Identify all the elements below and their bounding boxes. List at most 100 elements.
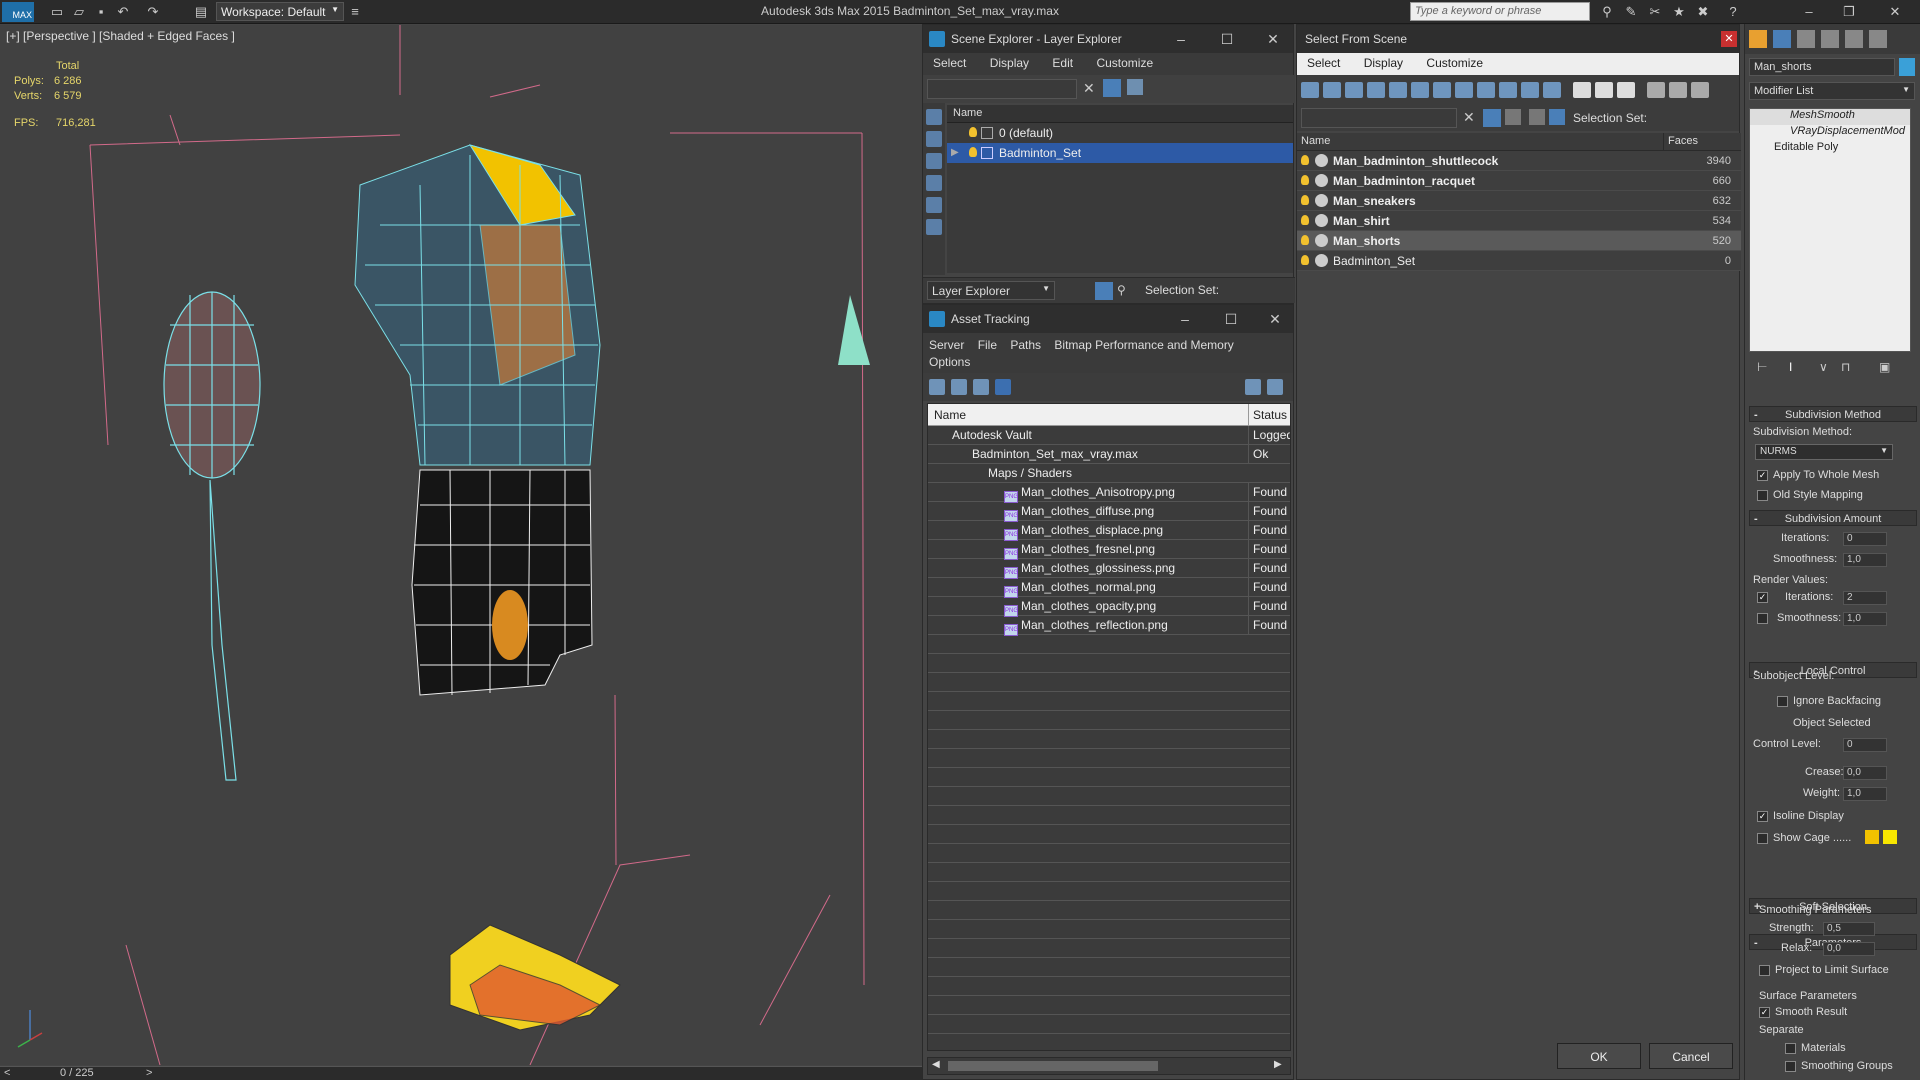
- display-geometry-icon[interactable]: [926, 131, 942, 147]
- materials-checkbox[interactable]: [1785, 1043, 1796, 1054]
- iterations-spinner[interactable]: 0: [1843, 532, 1887, 546]
- object-row[interactable]: Man_shorts 520: [1297, 231, 1741, 251]
- col-name[interactable]: Name: [934, 408, 966, 422]
- display-lights-icon[interactable]: [1345, 82, 1363, 98]
- make-unique-icon[interactable]: ∨: [1819, 360, 1828, 374]
- time-slider[interactable]: < 0 / 225 >: [0, 1066, 922, 1080]
- display-tab-icon[interactable]: [1845, 30, 1863, 48]
- layer-tools-icon[interactable]: [1127, 79, 1143, 95]
- modify-tab-icon[interactable]: [1773, 30, 1791, 48]
- utilities-tab-icon[interactable]: [1869, 30, 1887, 48]
- close-icon[interactable]: ✕: [1721, 31, 1737, 47]
- list-icon[interactable]: [951, 379, 967, 395]
- layers-icon[interactable]: [1529, 109, 1545, 125]
- stack-item[interactable]: VRayDisplacementMod: [1750, 125, 1910, 141]
- workspace-menu-icon[interactable]: ≡: [346, 3, 364, 21]
- display-containers-icon[interactable]: [1499, 82, 1517, 98]
- apply-whole-mesh-checkbox[interactable]: ✓: [1757, 470, 1768, 481]
- undo-icon[interactable]: ↶: [114, 3, 132, 21]
- light-bulb-icon[interactable]: [1301, 155, 1309, 165]
- select-none-icon[interactable]: [1595, 82, 1613, 98]
- asset-row[interactable]: PNG Man_clothes_fresnel.png Found: [928, 540, 1290, 560]
- menu-display[interactable]: Display: [980, 53, 1039, 73]
- help-icon[interactable]: ?: [1724, 3, 1742, 21]
- ok-button[interactable]: OK: [1557, 1043, 1641, 1069]
- smooth-result-checkbox[interactable]: ✓: [1759, 1007, 1770, 1018]
- configure-modifier-icon[interactable]: ▣: [1879, 360, 1890, 374]
- col-faces[interactable]: Faces: [1663, 133, 1741, 151]
- close-icon[interactable]: ✕: [1253, 305, 1297, 333]
- display-spacewarps-icon[interactable]: [1411, 82, 1429, 98]
- asset-tracking-titlebar[interactable]: Asset Tracking – ☐ ✕: [923, 305, 1293, 333]
- asset-row[interactable]: PNG Man_clothes_opacity.png Found: [928, 597, 1290, 617]
- time-prev-button[interactable]: <: [4, 1067, 10, 1079]
- display-xrefs-icon[interactable]: [1455, 82, 1473, 98]
- object-row[interactable]: Man_shirt 534: [1297, 211, 1741, 231]
- display-cameras-icon[interactable]: [926, 175, 942, 191]
- control-level-spinner[interactable]: 0: [1843, 738, 1887, 752]
- object-color-swatch[interactable]: [1899, 58, 1915, 76]
- filter-icon[interactable]: [1647, 82, 1665, 98]
- object-row[interactable]: Man_badminton_racquet 660: [1297, 171, 1741, 191]
- light-bulb-icon[interactable]: [1301, 215, 1309, 225]
- layer-row[interactable]: ▶ Badminton_Set: [947, 143, 1293, 163]
- explorer-type-dropdown[interactable]: Layer Explorer ▼: [927, 281, 1055, 300]
- clear-search-icon[interactable]: ✕: [1083, 80, 1095, 97]
- maximize-icon[interactable]: ☐: [1205, 25, 1249, 53]
- help-icon[interactable]: [1245, 379, 1261, 395]
- modifier-list-dropdown[interactable]: Modifier List ▼: [1749, 82, 1915, 100]
- show-cage-checkbox[interactable]: [1757, 833, 1768, 844]
- project-folder-icon[interactable]: ▤: [192, 3, 210, 21]
- display-objects-icon[interactable]: [926, 109, 942, 125]
- menu-bitmap-performance[interactable]: Bitmap Performance and Memory: [1054, 338, 1233, 352]
- remove-modifier-icon[interactable]: ⊓: [1841, 360, 1850, 374]
- old-style-mapping-checkbox[interactable]: [1757, 490, 1768, 501]
- filter-icon[interactable]: [1483, 109, 1501, 127]
- asset-row[interactable]: Maps / Shaders: [928, 464, 1290, 483]
- workspace-dropdown[interactable]: Workspace: Default ▼: [216, 2, 344, 21]
- col-status[interactable]: Status: [1248, 404, 1290, 426]
- asset-row[interactable]: PNG Man_clothes_displace.png Found: [928, 521, 1290, 541]
- stack-item[interactable]: MeshSmooth: [1750, 109, 1910, 125]
- hierarchy-tab-icon[interactable]: [1797, 30, 1815, 48]
- display-bones-icon[interactable]: [1477, 82, 1495, 98]
- save-icon[interactable]: ▪: [92, 3, 110, 21]
- stack-item[interactable]: Editable Poly: [1750, 141, 1910, 157]
- display-helpers-icon[interactable]: [926, 197, 942, 213]
- show-end-result-icon[interactable]: I: [1789, 360, 1792, 374]
- open-file-icon[interactable]: ▱: [70, 3, 88, 21]
- motion-tab-icon[interactable]: [1821, 30, 1839, 48]
- scene-search-input[interactable]: [927, 79, 1077, 99]
- asset-row[interactable]: PNG Man_clothes_reflection.png Found: [928, 616, 1290, 636]
- keyword-search-input[interactable]: Type a keyword or phrase: [1410, 2, 1590, 21]
- menu-customize[interactable]: Customize: [1416, 53, 1493, 73]
- object-name-field[interactable]: Man_shorts: [1749, 58, 1895, 76]
- minimize-icon[interactable]: –: [1800, 3, 1818, 21]
- time-next-button[interactable]: >: [146, 1067, 152, 1079]
- new-file-icon[interactable]: ▭: [48, 3, 66, 21]
- light-bulb-icon[interactable]: [969, 147, 977, 157]
- light-bulb-icon[interactable]: [1301, 195, 1309, 205]
- menu-customize[interactable]: Customize: [1086, 53, 1163, 73]
- exchange-icon[interactable]: ✖: [1694, 3, 1712, 21]
- display-shapes-icon[interactable]: [1323, 82, 1341, 98]
- render-iterations-checkbox[interactable]: ✓: [1757, 592, 1768, 603]
- layer-tools-icon[interactable]: [1505, 109, 1521, 125]
- object-row[interactable]: Man_badminton_shuttlecock 3940: [1297, 151, 1741, 171]
- subdiv-method-dropdown[interactable]: NURMS ▼: [1755, 444, 1893, 460]
- light-bulb-icon[interactable]: [1301, 255, 1309, 265]
- perspective-viewport[interactable]: [+] [Perspective ] [Shaded + Edged Faces…: [0, 25, 922, 1065]
- asset-row[interactable]: Autodesk Vault Logged: [928, 426, 1290, 445]
- crease-spinner[interactable]: 0,0: [1843, 766, 1887, 780]
- layer-row[interactable]: 0 (default): [947, 123, 1293, 143]
- relax-spinner[interactable]: 0,0: [1823, 942, 1875, 956]
- scene-search-input[interactable]: [1301, 108, 1457, 128]
- asset-row[interactable]: Badminton_Set_max_vray.max Ok: [928, 445, 1290, 464]
- weight-spinner[interactable]: 1,0: [1843, 787, 1887, 801]
- isoline-display-checkbox[interactable]: ✓: [1757, 811, 1768, 822]
- display-helpers-icon[interactable]: [1389, 82, 1407, 98]
- scene-explorer-titlebar[interactable]: Scene Explorer - Layer Explorer – ☐ ✕: [923, 25, 1293, 53]
- binoculars-icon[interactable]: ⚲: [1598, 3, 1616, 21]
- render-iterations-spinner[interactable]: 2: [1843, 591, 1887, 605]
- horizontal-scrollbar[interactable]: ◀ ▶: [927, 1057, 1291, 1075]
